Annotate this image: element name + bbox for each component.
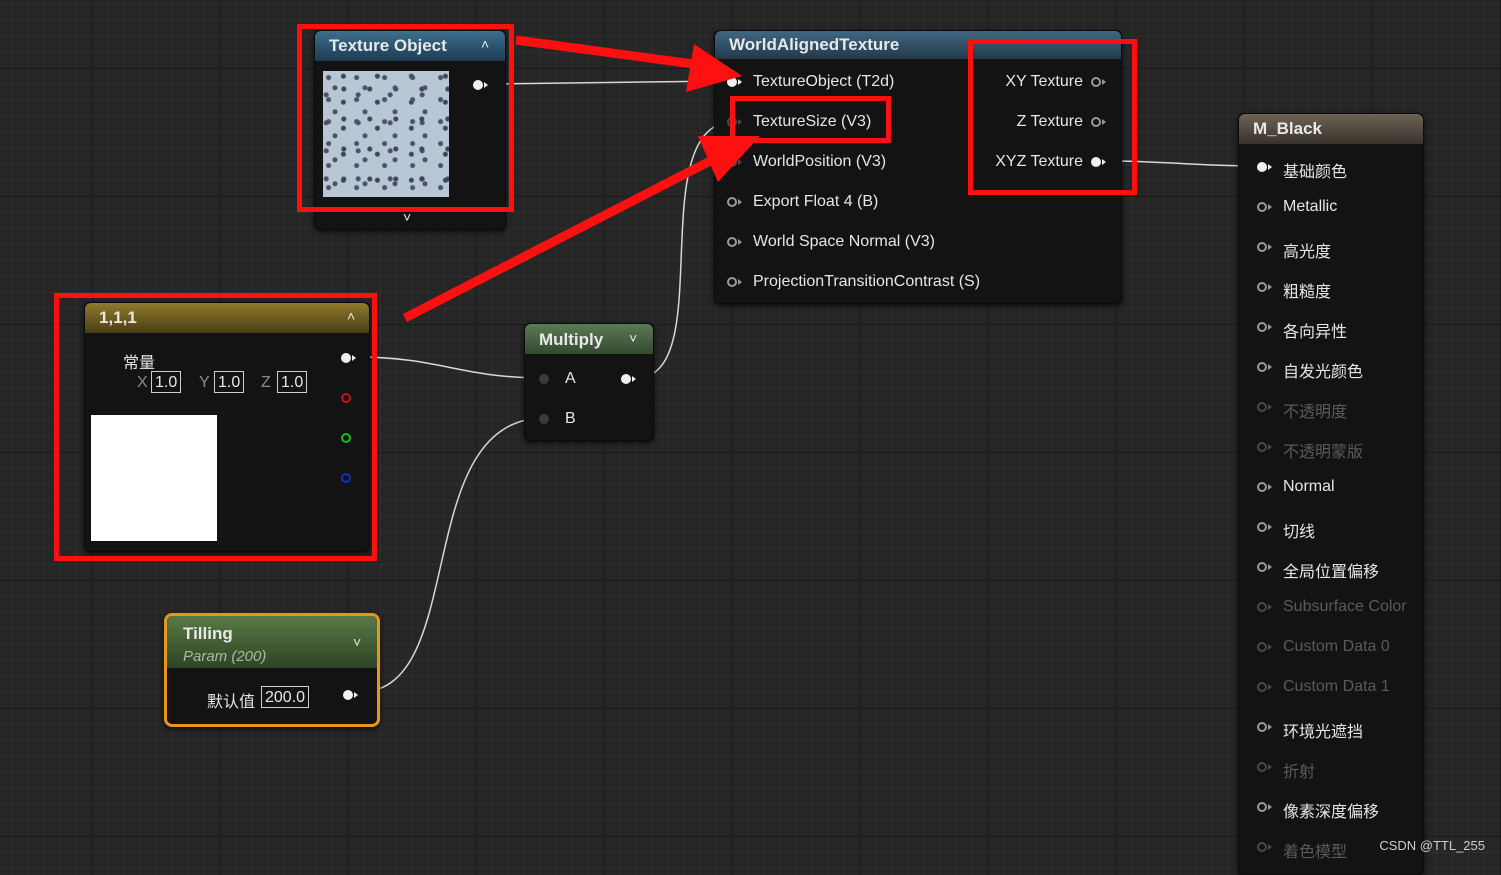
arrow-to-texturesize bbox=[402, 153, 719, 323]
watermark: CSDN @TTL_255 bbox=[1379, 838, 1485, 853]
annotation-arrows bbox=[402, 35, 760, 323]
arrow-head-textureobject bbox=[686, 44, 742, 92]
arrow-to-textureobject bbox=[515, 35, 709, 71]
